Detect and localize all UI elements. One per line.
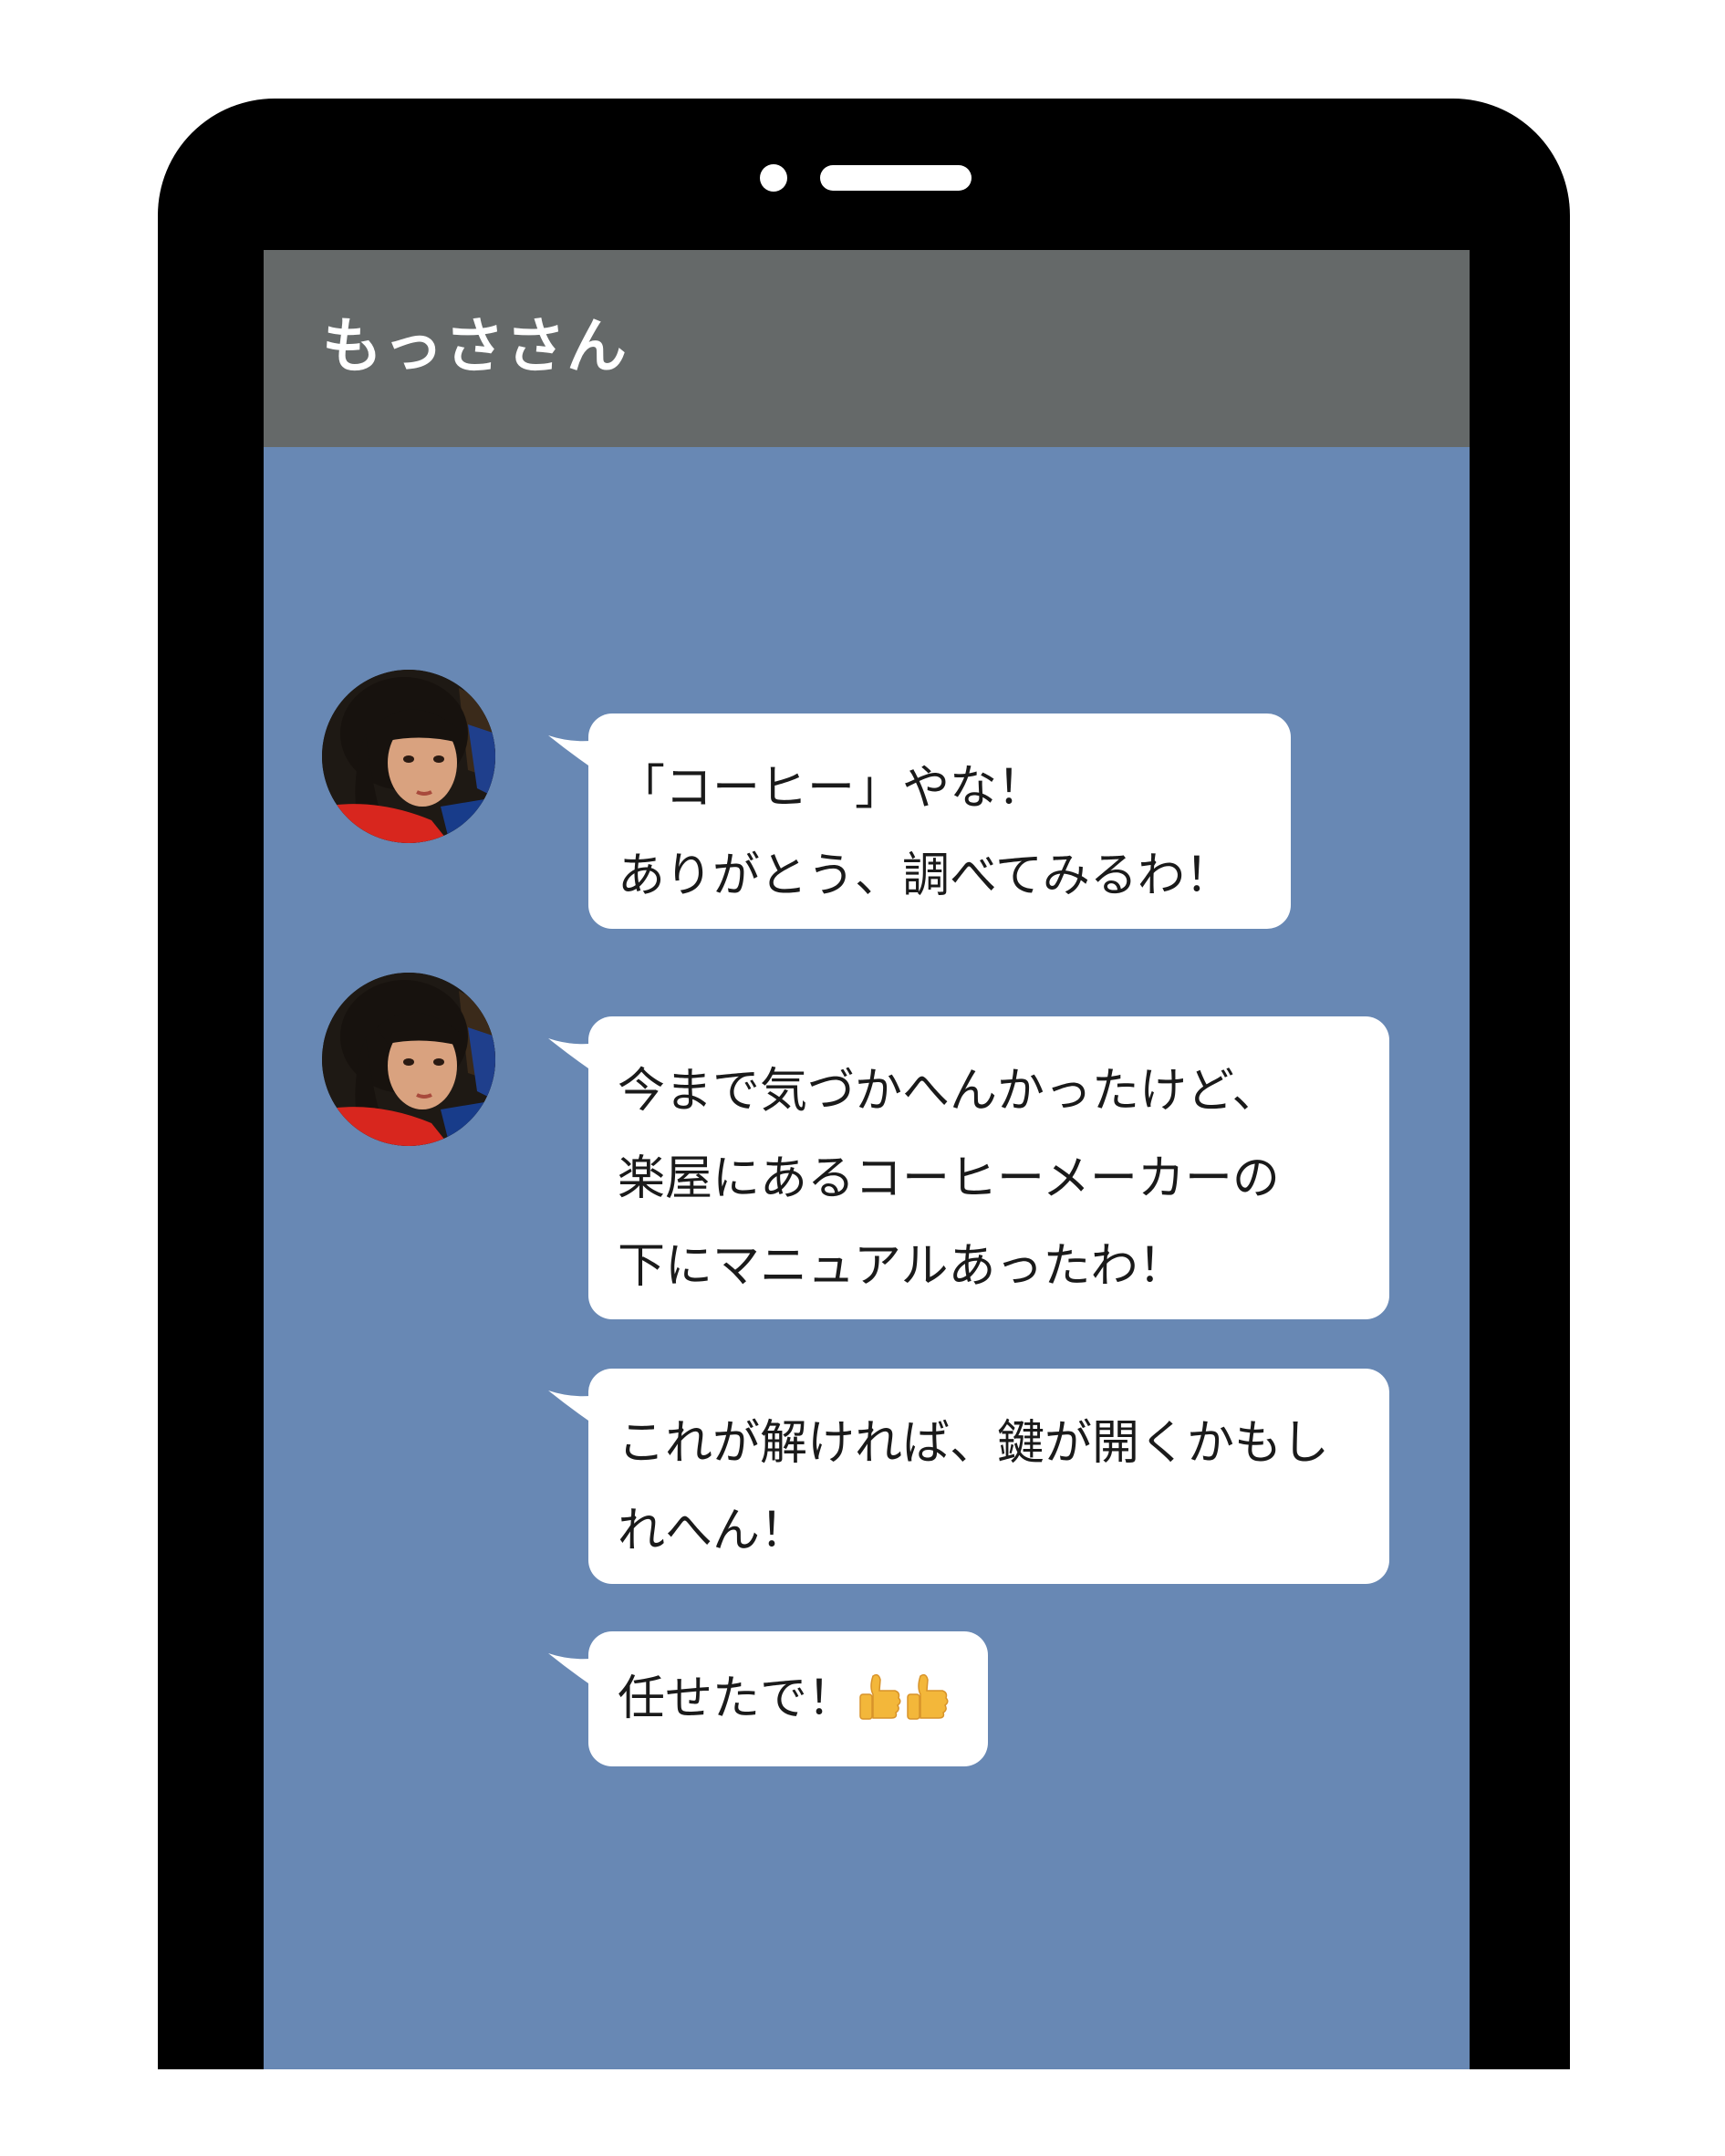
phone-frame: もっささん 「コーヒー」やな！ ありがとう、調べてみるわ！ 今まで気づかへんかっ… bbox=[158, 99, 1570, 2069]
bubble-tail bbox=[548, 1038, 603, 1078]
thumbs-up-icon bbox=[859, 1673, 901, 1720]
message-bubble[interactable]: 「コーヒー」やな！ ありがとう、調べてみるわ！ bbox=[548, 713, 1291, 929]
chat-screen[interactable]: もっささん 「コーヒー」やな！ ありがとう、調べてみるわ！ 今まで気づかへんかっ… bbox=[264, 250, 1470, 2069]
contact-name: もっささん bbox=[322, 311, 628, 381]
avatar[interactable] bbox=[322, 973, 495, 1146]
message-line: 今まで気づかへんかったけど、 bbox=[618, 1064, 1280, 1119]
avatar[interactable] bbox=[322, 670, 495, 843]
message-text: 「コーヒー」やな！ ありがとう、調べてみるわ！ bbox=[618, 745, 1232, 920]
message-text: 任せたで！ bbox=[618, 1655, 950, 1743]
message-line: 任せたで！ bbox=[618, 1655, 950, 1743]
message-text: 今まで気づかへんかったけど、 楽屋にあるコーヒーメーカーの 下にマニュアルあった… bbox=[618, 1047, 1280, 1310]
bubble-tail bbox=[548, 735, 603, 776]
message-text: これが解ければ、鍵が開くかもし れへん！ bbox=[618, 1400, 1329, 1575]
camera-icon bbox=[760, 164, 787, 192]
avatar-photo bbox=[322, 973, 495, 1146]
message-line: 下にマニュアルあったわ！ bbox=[618, 1239, 1186, 1294]
thumbs-up-icon bbox=[907, 1673, 949, 1720]
message-line: れへん！ bbox=[618, 1504, 808, 1558]
speaker-slot bbox=[820, 165, 972, 191]
message-bubble[interactable]: 今まで気づかへんかったけど、 楽屋にあるコーヒーメーカーの 下にマニュアルあった… bbox=[548, 1016, 1389, 1319]
message-line-text: 任せたで！ bbox=[618, 1672, 856, 1726]
message-line: 楽屋にあるコーヒーメーカーの bbox=[618, 1151, 1280, 1206]
bubble-tail bbox=[548, 1390, 603, 1431]
message-line: これが解ければ、鍵が開くかもし bbox=[618, 1416, 1330, 1471]
bubble-tail bbox=[548, 1653, 603, 1693]
chat-header: もっささん bbox=[264, 250, 1470, 447]
message-bubble[interactable]: 任せたで！ bbox=[548, 1631, 988, 1766]
message-line: ありがとう、調べてみるわ！ bbox=[618, 849, 1232, 903]
message-line: 「コーヒー」やな！ bbox=[618, 761, 1045, 816]
avatar-photo bbox=[322, 670, 495, 843]
message-bubble[interactable]: これが解ければ、鍵が開くかもし れへん！ bbox=[548, 1369, 1389, 1584]
